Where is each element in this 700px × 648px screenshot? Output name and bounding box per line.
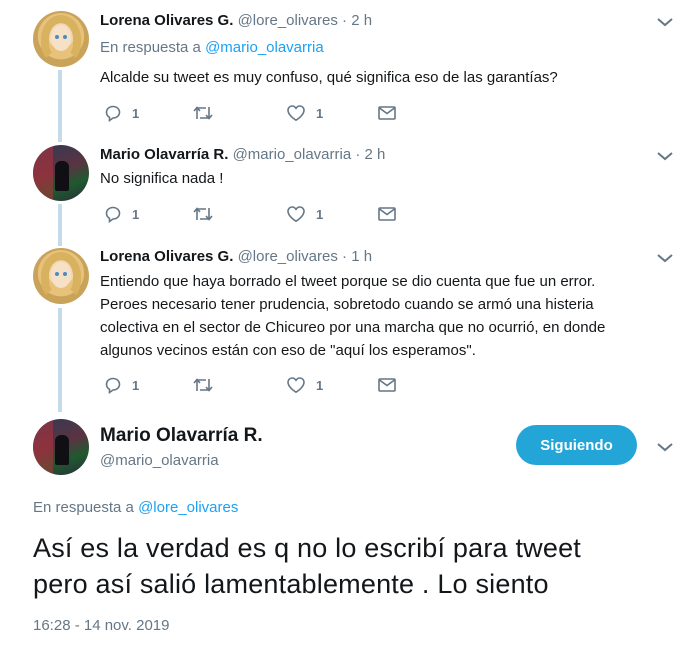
text-line: colectiva en el sector de Chicureo por u… bbox=[100, 319, 606, 336]
reply-button[interactable]: 1 bbox=[104, 103, 139, 123]
direct-message-button[interactable] bbox=[377, 375, 397, 395]
retweet-icon bbox=[193, 106, 213, 120]
like-button[interactable]: 1 bbox=[286, 204, 323, 224]
direct-message-icon bbox=[378, 378, 396, 392]
chevron-down-icon[interactable] bbox=[656, 16, 674, 28]
chevron-down-icon[interactable] bbox=[656, 150, 674, 162]
text-line: Así es la verdad es q no lo escribí para… bbox=[33, 533, 581, 563]
like-count: 1 bbox=[316, 377, 324, 393]
author-handle[interactable]: @lore_olivares bbox=[238, 248, 338, 265]
retweet-button[interactable] bbox=[192, 204, 214, 224]
tweet-text: Así es la verdad es q no lo escribí para… bbox=[33, 530, 673, 602]
author-name[interactable]: Lorena Olivares G. bbox=[100, 248, 233, 265]
like-icon bbox=[287, 377, 305, 394]
text-line: algunos vecinos están con eso de "aquí l… bbox=[100, 342, 476, 359]
reply-icon bbox=[105, 105, 121, 122]
tweet-actions: 1 1 bbox=[100, 103, 420, 123]
reply-icon bbox=[105, 206, 121, 223]
separator-dot: · bbox=[355, 146, 361, 163]
reply-prefix: En respuesta a bbox=[100, 39, 201, 56]
direct-message-button[interactable] bbox=[377, 204, 397, 224]
thread-connector bbox=[58, 308, 62, 412]
author-name[interactable]: Mario Olavarría R. bbox=[100, 425, 263, 447]
avatar[interactable] bbox=[33, 419, 89, 475]
text-line: pero así salió lamentablemente . Lo sien… bbox=[33, 569, 549, 599]
tweet-header: Lorena Olivares G. @lore_olivares · 1 h bbox=[100, 248, 372, 265]
retweet-icon bbox=[193, 378, 213, 392]
tweet-actions: 1 1 bbox=[100, 375, 420, 395]
avatar[interactable] bbox=[33, 145, 89, 201]
reply-context: En respuesta a @mario_olavarria bbox=[100, 39, 324, 56]
reply-context: En respuesta a @lore_olivares bbox=[33, 499, 238, 516]
tweet-text: Alcalde su tweet es muy confuso, qué sig… bbox=[100, 69, 558, 86]
avatar[interactable] bbox=[33, 11, 89, 67]
reply-mention-link[interactable]: @mario_olavarria bbox=[205, 39, 324, 56]
separator-dot: · bbox=[342, 248, 348, 265]
chevron-down-icon[interactable] bbox=[656, 441, 674, 453]
tweet-header: Lorena Olivares G. @lore_olivares · 2 h bbox=[100, 12, 372, 29]
reply-icon bbox=[105, 377, 121, 394]
direct-message-icon bbox=[378, 106, 396, 120]
reply-prefix: En respuesta a bbox=[33, 499, 134, 516]
retweet-button[interactable] bbox=[192, 103, 214, 123]
tweet-text: Entiendo que haya borrado el tweet porqu… bbox=[100, 270, 660, 362]
tweet-time[interactable]: 2 h bbox=[365, 146, 386, 163]
direct-message-button[interactable] bbox=[377, 103, 397, 123]
text-line: Entiendo que haya borrado el tweet porqu… bbox=[100, 273, 596, 290]
direct-message-icon bbox=[378, 207, 396, 221]
author-handle[interactable]: @mario_olavarria bbox=[233, 146, 352, 163]
tweet-timestamp[interactable]: 16:28 - 14 nov. 2019 bbox=[33, 617, 170, 634]
tweet-time[interactable]: 1 h bbox=[351, 248, 372, 265]
tweet-actions: 1 1 bbox=[100, 204, 420, 224]
like-icon bbox=[287, 206, 305, 223]
author-handle[interactable]: @mario_olavarria bbox=[100, 452, 219, 469]
like-count: 1 bbox=[316, 206, 324, 222]
avatar[interactable] bbox=[33, 248, 89, 304]
thread-connector bbox=[58, 204, 62, 246]
chevron-down-icon[interactable] bbox=[656, 252, 674, 264]
author-handle[interactable]: @lore_olivares bbox=[238, 12, 338, 29]
like-count: 1 bbox=[316, 105, 324, 121]
retweet-button[interactable] bbox=[192, 375, 214, 395]
reply-button[interactable]: 1 bbox=[104, 375, 139, 395]
reply-button[interactable]: 1 bbox=[104, 204, 139, 224]
reply-count: 1 bbox=[132, 105, 140, 121]
text-line: Peroes necesario tener prudencia, sobret… bbox=[100, 296, 594, 313]
author-name[interactable]: Mario Olavarría R. bbox=[100, 146, 228, 163]
reply-mention-link[interactable]: @lore_olivares bbox=[138, 499, 238, 516]
tweet-text: No significa nada ! bbox=[100, 170, 224, 187]
thread-connector bbox=[58, 70, 62, 142]
like-button[interactable]: 1 bbox=[286, 103, 323, 123]
reply-count: 1 bbox=[132, 206, 140, 222]
separator-dot: · bbox=[342, 12, 348, 29]
retweet-icon bbox=[193, 207, 213, 221]
like-icon bbox=[287, 105, 305, 122]
reply-count: 1 bbox=[132, 377, 140, 393]
like-button[interactable]: 1 bbox=[286, 375, 323, 395]
tweet-header: Mario Olavarría R. @mario_olavarria · 2 … bbox=[100, 146, 385, 163]
following-button[interactable]: Siguiendo bbox=[516, 425, 637, 465]
tweet-time[interactable]: 2 h bbox=[351, 12, 372, 29]
author-name[interactable]: Lorena Olivares G. bbox=[100, 12, 233, 29]
